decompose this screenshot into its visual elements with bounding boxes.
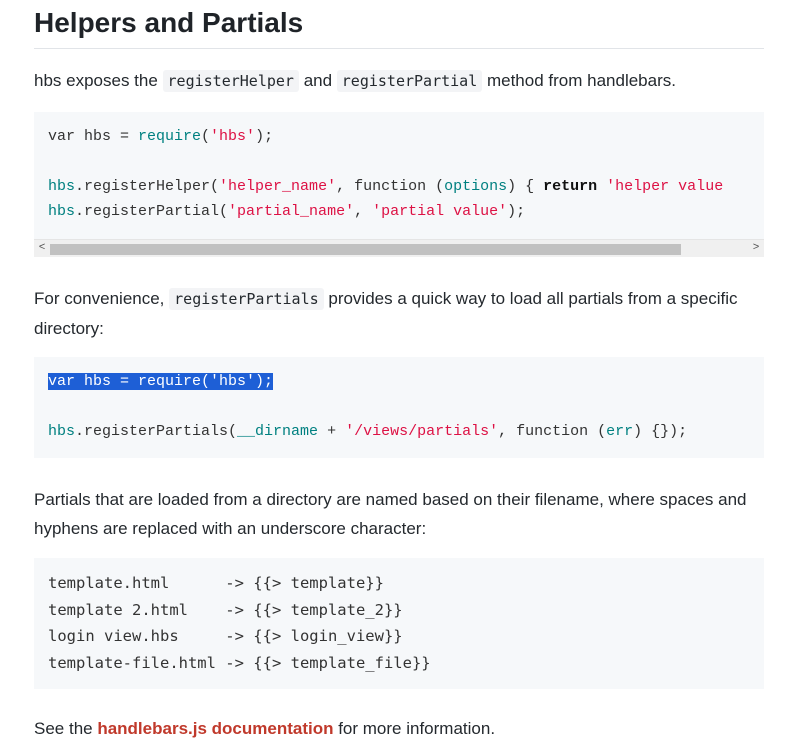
- inline-code-register-partial: registerPartial: [336, 70, 483, 92]
- code-line: template-file.html -> {{> template_file}…: [48, 653, 431, 672]
- intro-paragraph: hbs exposes the registerHelper and regis…: [34, 70, 676, 92]
- code-line: hbs.registerHelper('helper_name', functi…: [48, 178, 724, 195]
- code-block-naming[interactable]: template.html -> {{> template}} template…: [34, 558, 764, 689]
- code-line: template 2.html -> {{> template_2}}: [48, 600, 403, 619]
- code-block-partials[interactable]: var hbs = require('hbs'); hbs.registerPa…: [34, 357, 764, 458]
- code-line: var hbs = require('hbs');: [34, 369, 764, 394]
- inline-code-register-helper: registerHelper: [162, 70, 299, 92]
- scroll-right-arrow-icon[interactable]: >: [748, 240, 764, 257]
- selected-text[interactable]: var hbs = require('hbs');: [48, 373, 274, 390]
- section-heading: Helpers and Partials: [34, 4, 764, 49]
- scroll-left-arrow-icon[interactable]: <: [34, 240, 50, 257]
- horizontal-scrollbar[interactable]: < >: [34, 239, 764, 257]
- more-info-paragraph: See the handlebars.js documentation for …: [34, 719, 496, 738]
- code-line: template.html -> {{> template}}: [48, 574, 384, 592]
- code-block-helpers[interactable]: var hbs = require('hbs'); hbs.registerHe…: [34, 112, 764, 257]
- handlebars-docs-link[interactable]: handlebars.js documentation: [97, 719, 333, 738]
- inline-code-register-partials: registerPartials: [169, 288, 324, 310]
- code-line: login view.hbs -> {{> login_view}}: [48, 627, 403, 645]
- code-line: var hbs = require('hbs');: [48, 128, 274, 145]
- code-line: hbs.registerPartials(__dirname + '/views…: [48, 423, 688, 440]
- partials-naming-paragraph: Partials that are loaded from a director…: [34, 490, 747, 538]
- code-line: hbs.registerPartial('partial_name', 'par…: [48, 203, 526, 220]
- scroll-thumb[interactable]: [50, 244, 681, 255]
- convenience-paragraph: For convenience, registerPartials provid…: [34, 288, 738, 338]
